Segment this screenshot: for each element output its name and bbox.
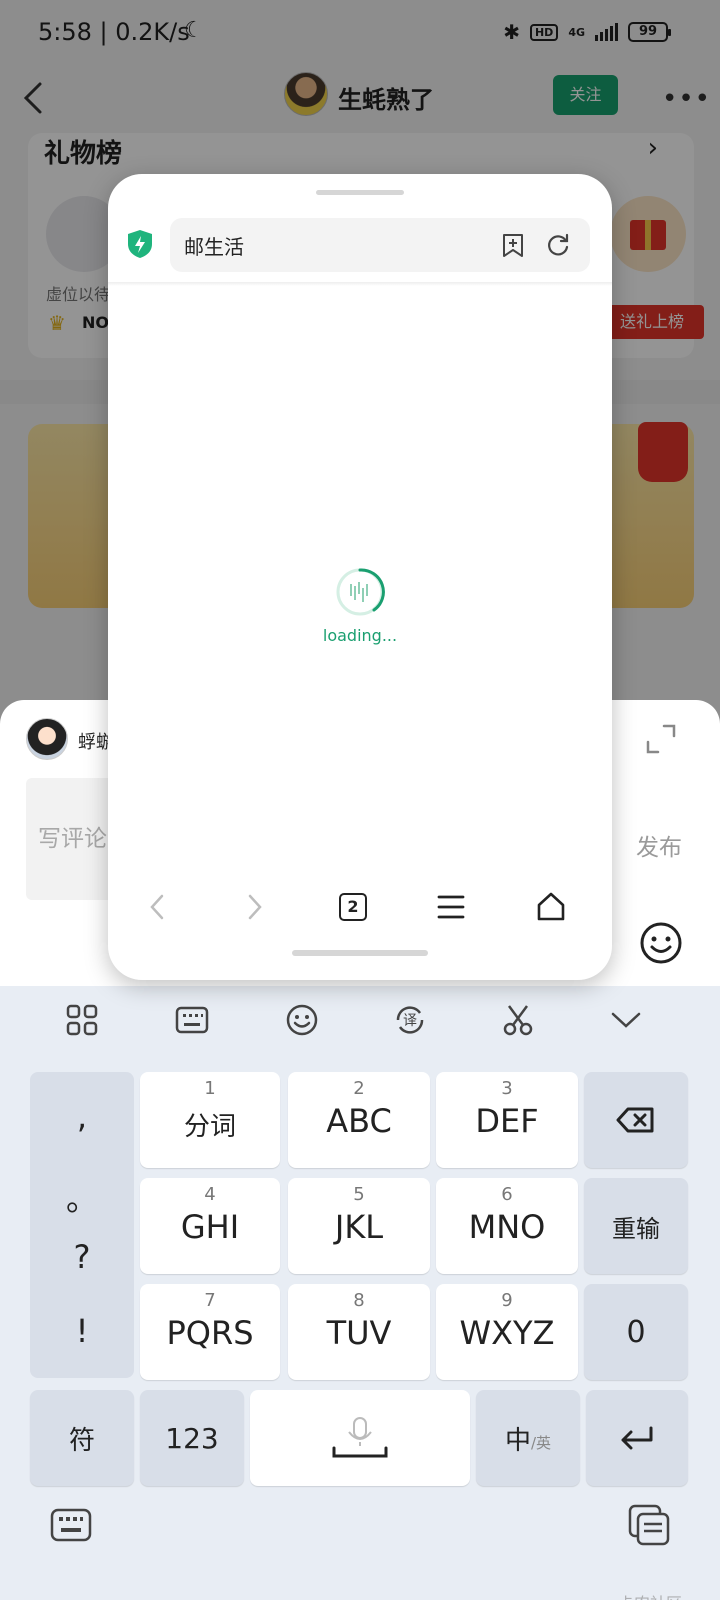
key-number: 3 [501,1078,513,1099]
key-2[interactable]: 2 ABC [288,1072,430,1168]
tab-count: 2 [339,893,367,921]
home-icon [537,892,565,921]
tabs-button[interactable]: 2 [326,880,380,934]
enter-icon [621,1426,653,1450]
language-switch-key[interactable]: 中/英 [476,1390,580,1486]
publish-button[interactable]: 发布 [636,828,682,862]
mini-browser-window: 邮生活 loading... 2 [108,174,612,980]
home-button[interactable] [524,880,578,934]
key-6[interactable]: 6 MNO [436,1178,578,1274]
key-label: TUV [326,1314,392,1352]
menu-icon [437,895,465,919]
lang-main-label: 中 [504,1425,531,1456]
key-label: JKL [334,1208,384,1246]
key-number: 9 [501,1290,513,1311]
collapse-keyboard-icon[interactable] [604,998,648,1042]
key-7[interactable]: 7 PQRS [140,1284,280,1380]
number-mode-key[interactable]: 123 [140,1390,244,1486]
key-label: DEF [475,1102,539,1140]
watermark: 卡农社区 [618,1590,682,1600]
backspace-icon [616,1107,654,1133]
punct-comma[interactable]: , [30,1098,134,1136]
window-resize-handle[interactable] [292,950,428,956]
keyboard-toolbar: 译 [0,986,720,1054]
lang-sub-label: /英 [530,1433,552,1452]
chevron-left-icon [150,894,164,920]
clipboard-icon[interactable] [628,1504,670,1546]
key-number: 4 [204,1184,216,1205]
emoji-keyboard-icon[interactable] [280,998,324,1042]
emoji-icon[interactable] [638,920,684,966]
loading-text: loading... [322,626,398,645]
keyboard-icon[interactable] [50,1508,92,1542]
commenter-avatar [26,718,68,760]
microphone-icon [332,1417,388,1458]
key-label: WXYZ [459,1314,555,1352]
apps-grid-icon[interactable] [60,998,104,1042]
key-number: 8 [353,1290,365,1311]
svg-text:译: 译 [403,1013,417,1029]
punct-period[interactable]: 。 [30,1174,134,1220]
key-label: MNO [468,1208,546,1246]
key-number: 2 [353,1078,365,1099]
key-number: 5 [353,1184,365,1205]
punct-question[interactable]: ? [30,1238,134,1276]
key-number: 1 [204,1078,216,1099]
translate-icon[interactable]: 译 [388,998,432,1042]
chevron-right-icon [248,894,262,920]
key-label: PQRS [166,1314,254,1352]
shield-icon [128,230,152,258]
address-bar[interactable]: 邮生活 [170,218,590,272]
punct-exclaim[interactable]: ! [30,1312,134,1350]
nav-back-button[interactable] [130,880,184,934]
nav-forward-button[interactable] [228,880,282,934]
key-5[interactable]: 5 JKL [288,1178,430,1274]
loading-spinner-icon [336,568,385,616]
toolbar-separator [108,282,612,286]
menu-button[interactable] [424,880,478,934]
key-number: 6 [501,1184,513,1205]
zero-key[interactable]: 0 [584,1284,688,1380]
key-3[interactable]: 3 DEF [436,1072,578,1168]
reenter-key[interactable]: 重输 [584,1178,688,1274]
key-label: 分词 [183,1112,236,1142]
keyboard-switch-icon[interactable] [170,998,214,1042]
window-drag-handle[interactable] [316,190,404,195]
key-8[interactable]: 8 TUV [288,1284,430,1380]
space-key[interactable] [250,1390,470,1486]
bookmark-add-icon[interactable] [500,232,526,258]
key-number: 7 [204,1290,216,1311]
punctuation-column[interactable]: , 。 ? ! [30,1072,134,1378]
key-9[interactable]: 9 WXYZ [436,1284,578,1380]
address-text: 邮生活 [184,235,244,259]
enter-key[interactable] [586,1390,688,1486]
symbol-key[interactable]: 符 [30,1390,134,1486]
scissors-icon[interactable] [496,998,540,1042]
key-1[interactable]: 1 分词 [140,1072,280,1168]
browser-bottom-nav: 2 [108,880,612,934]
keyboard: 译 , 。 ? ! 1 分词 2 ABC 3 DEF 4 GHI 5 JKL 6… [0,986,720,1600]
expand-icon[interactable] [644,722,678,756]
key-label: ABC [326,1102,392,1140]
backspace-key[interactable] [584,1072,688,1168]
reload-icon[interactable] [544,231,572,259]
key-label: GHI [180,1208,240,1246]
key-4[interactable]: 4 GHI [140,1178,280,1274]
